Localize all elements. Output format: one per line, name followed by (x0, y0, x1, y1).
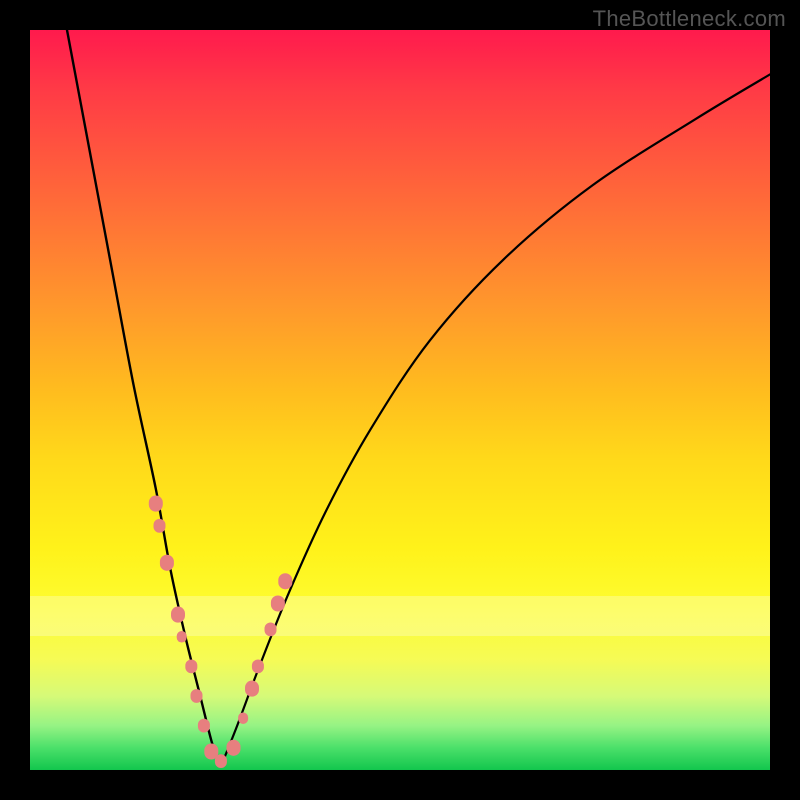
curves-svg (30, 30, 770, 770)
marker-point (238, 712, 248, 724)
right-branch-curve (222, 74, 770, 762)
marker-point (154, 519, 166, 533)
marker-point (245, 681, 259, 697)
marker-point (215, 754, 227, 768)
marker-point (185, 660, 197, 674)
plot-area (30, 30, 770, 770)
marker-point (198, 719, 210, 733)
marker-point (177, 631, 187, 643)
marker-point (160, 555, 174, 571)
marker-point (227, 740, 241, 756)
marker-point (191, 689, 203, 703)
chart-stage: TheBottleneck.com (0, 0, 800, 800)
marker-point (252, 660, 264, 674)
marker-group (149, 496, 292, 768)
marker-point (278, 573, 292, 589)
marker-point (149, 496, 163, 512)
left-branch-curve (67, 30, 219, 763)
marker-point (265, 623, 277, 637)
watermark-text: TheBottleneck.com (593, 6, 786, 32)
marker-point (271, 595, 285, 611)
marker-point (171, 607, 185, 623)
